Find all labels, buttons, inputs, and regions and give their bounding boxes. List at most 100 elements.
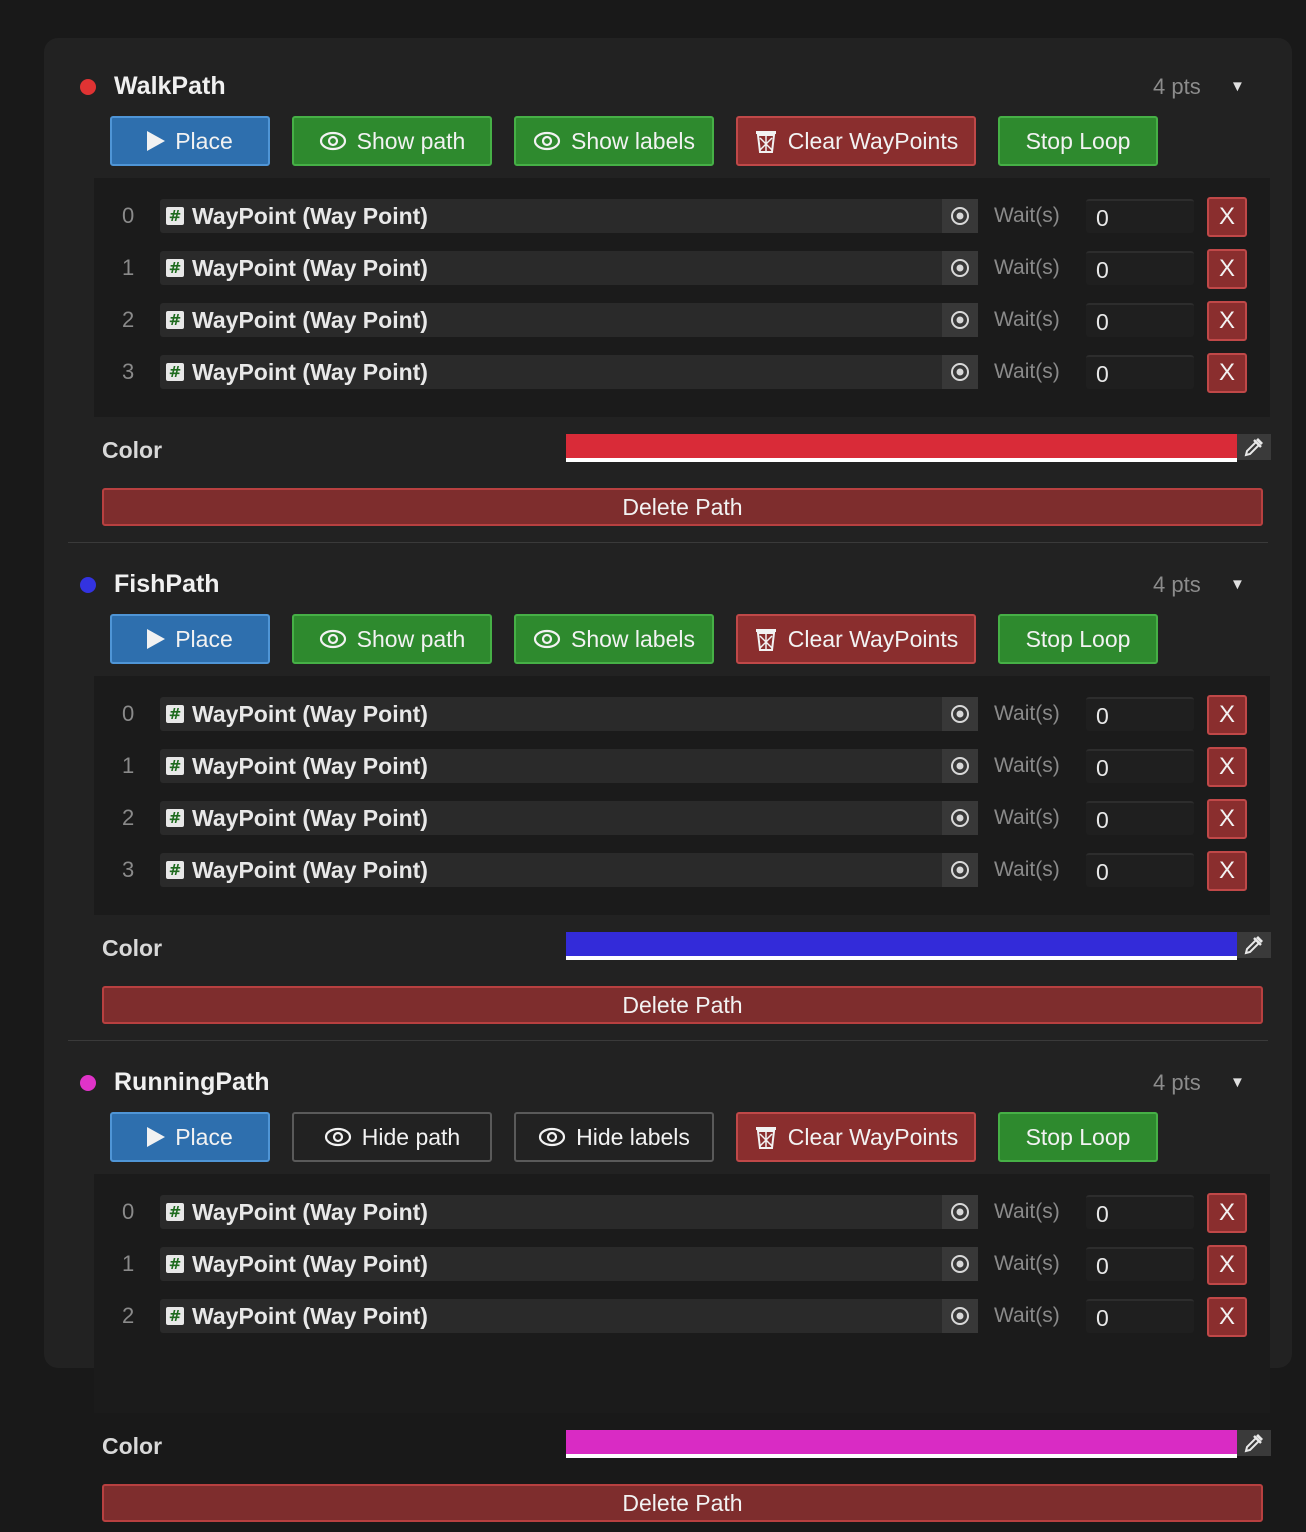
clear-waypoints-button[interactable]: Clear WayPoints [736,116,976,166]
remove-waypoint-button[interactable]: X [1207,249,1247,289]
remove-waypoint-button[interactable]: X [1207,197,1247,237]
eyedropper-button[interactable] [1237,434,1271,460]
toggle-path-button[interactable]: Show path [292,116,492,166]
place-button[interactable]: Place [110,116,270,166]
toggle-path-button[interactable]: Hide path [292,1112,492,1162]
object-picker-button[interactable] [942,853,978,887]
wait-seconds-input[interactable]: 0 [1086,697,1194,731]
target-icon [951,861,969,879]
eyedropper-icon [1244,1434,1263,1453]
wait-seconds-input[interactable]: 0 [1086,853,1194,887]
wait-seconds-input[interactable]: 0 [1086,1247,1194,1281]
waypoint-list: 0 # WayPoint (Way Point) Wait(s) 0 X 1 # WayPoin… [94,178,1270,417]
object-picker-button[interactable] [942,303,978,337]
remove-waypoint-button[interactable]: X [1207,747,1247,787]
object-picker-button[interactable] [942,1195,978,1229]
wait-seconds-input[interactable]: 0 [1086,801,1194,835]
toggle-labels-button[interactable]: Hide labels [514,1112,714,1162]
eyedropper-button[interactable] [1237,932,1271,958]
object-picker-button[interactable] [942,355,978,389]
object-picker-button[interactable] [942,1247,978,1281]
object-picker-button[interactable] [942,1299,978,1333]
eye-icon [324,1127,351,1147]
eye-icon [319,629,346,649]
object-picker-button[interactable] [942,199,978,233]
toggle-labels-button[interactable]: Show labels [514,116,714,166]
path-title: WalkPath [114,72,226,100]
remove-waypoint-button[interactable]: X [1207,1193,1247,1233]
eyedropper-button[interactable] [1237,1430,1271,1456]
path-color-dot [80,79,96,95]
toggle-path-button[interactable]: Show path [292,614,492,664]
color-swatch[interactable] [566,1430,1237,1454]
wait-seconds-input[interactable]: 0 [1086,1299,1194,1333]
object-picker-button[interactable] [942,801,978,835]
color-swatch[interactable] [566,932,1237,956]
clear-waypoints-button[interactable]: Clear WayPoints [736,1112,976,1162]
wait-seconds-input[interactable]: 0 [1086,303,1194,337]
remove-waypoint-button[interactable]: X [1207,301,1247,341]
path-color-dot [80,577,96,593]
remove-waypoint-button[interactable]: X [1207,799,1247,839]
target-icon [951,1307,969,1325]
place-button[interactable]: Place [110,614,270,664]
toggle-path-label: Hide path [361,1123,461,1150]
stop-loop-label: Stop Loop [1025,625,1131,652]
object-picker-button[interactable] [942,749,978,783]
color-swatch[interactable] [566,434,1237,458]
toggle-labels-label: Show labels [570,127,696,154]
waypoint-object-name: WayPoint (Way Point) [192,307,428,333]
script-object-icon: # [166,311,184,329]
clear-waypoints-label: Clear WayPoints [787,127,959,154]
color-label: Color [102,935,163,961]
place-button-label: Place [175,127,233,154]
eye-icon [319,131,346,151]
delete-path-button[interactable]: Delete Path [102,986,1263,1024]
waypoint-index: 2 [122,1303,135,1328]
script-object-icon: # [166,1307,184,1325]
waypoint-row: 0 # WayPoint (Way Point) Wait(s) 0 X [94,1193,1270,1233]
collapse-caret-icon[interactable]: ▼ [1230,570,1245,600]
stop-loop-button[interactable]: Stop Loop [998,116,1158,166]
waypoint-row: 0 # WayPoint (Way Point) Wait(s) 0 X [94,695,1270,735]
waypoint-object-name: WayPoint (Way Point) [192,857,428,883]
remove-waypoint-button[interactable]: X [1207,695,1247,735]
place-button-label: Place [175,1123,233,1150]
object-picker-button[interactable] [942,697,978,731]
wait-seconds-input[interactable]: 0 [1086,355,1194,389]
wait-label: Wait(s) [994,1200,1060,1223]
clear-waypoints-button[interactable]: Clear WayPoints [736,614,976,664]
place-button[interactable]: Place [110,1112,270,1162]
stop-loop-button[interactable]: Stop Loop [998,1112,1158,1162]
remove-waypoint-button[interactable]: X [1207,353,1247,393]
remove-waypoint-button[interactable]: X [1207,1245,1247,1285]
waypoint-object-name: WayPoint (Way Point) [192,255,428,281]
path-title: FishPath [114,570,220,598]
toggle-labels-button[interactable]: Show labels [514,614,714,664]
wait-label: Wait(s) [994,806,1060,829]
delete-path-button[interactable]: Delete Path [102,1484,1263,1522]
stop-loop-label: Stop Loop [1025,1123,1131,1150]
wait-seconds-input[interactable]: 0 [1086,749,1194,783]
stop-loop-button[interactable]: Stop Loop [998,614,1158,664]
target-icon [951,1255,969,1273]
waypoint-row: 2 # WayPoint (Way Point) Wait(s) 0 X [94,799,1270,839]
waypoint-list: 0 # WayPoint (Way Point) Wait(s) 0 X 1 # WayPoin… [94,1174,1270,1413]
remove-waypoint-button[interactable]: X [1207,1297,1247,1337]
path-title: RunningPath [114,1068,270,1096]
wait-seconds-input[interactable]: 0 [1086,251,1194,285]
wait-label: Wait(s) [994,204,1060,227]
wait-seconds-input[interactable]: 0 [1086,199,1194,233]
play-icon [147,1127,166,1147]
collapse-caret-icon[interactable]: ▼ [1230,72,1245,102]
object-picker-button[interactable] [942,251,978,285]
script-object-icon: # [166,1255,184,1273]
color-alpha-bar [566,1454,1237,1458]
remove-waypoint-button[interactable]: X [1207,851,1247,891]
delete-path-button[interactable]: Delete Path [102,488,1263,526]
waypoint-object-name: WayPoint (Way Point) [192,1251,428,1277]
collapse-caret-icon[interactable]: ▼ [1230,1068,1245,1098]
waypoint-object-name: WayPoint (Way Point) [192,203,428,229]
target-icon [951,259,969,277]
wait-seconds-input[interactable]: 0 [1086,1195,1194,1229]
